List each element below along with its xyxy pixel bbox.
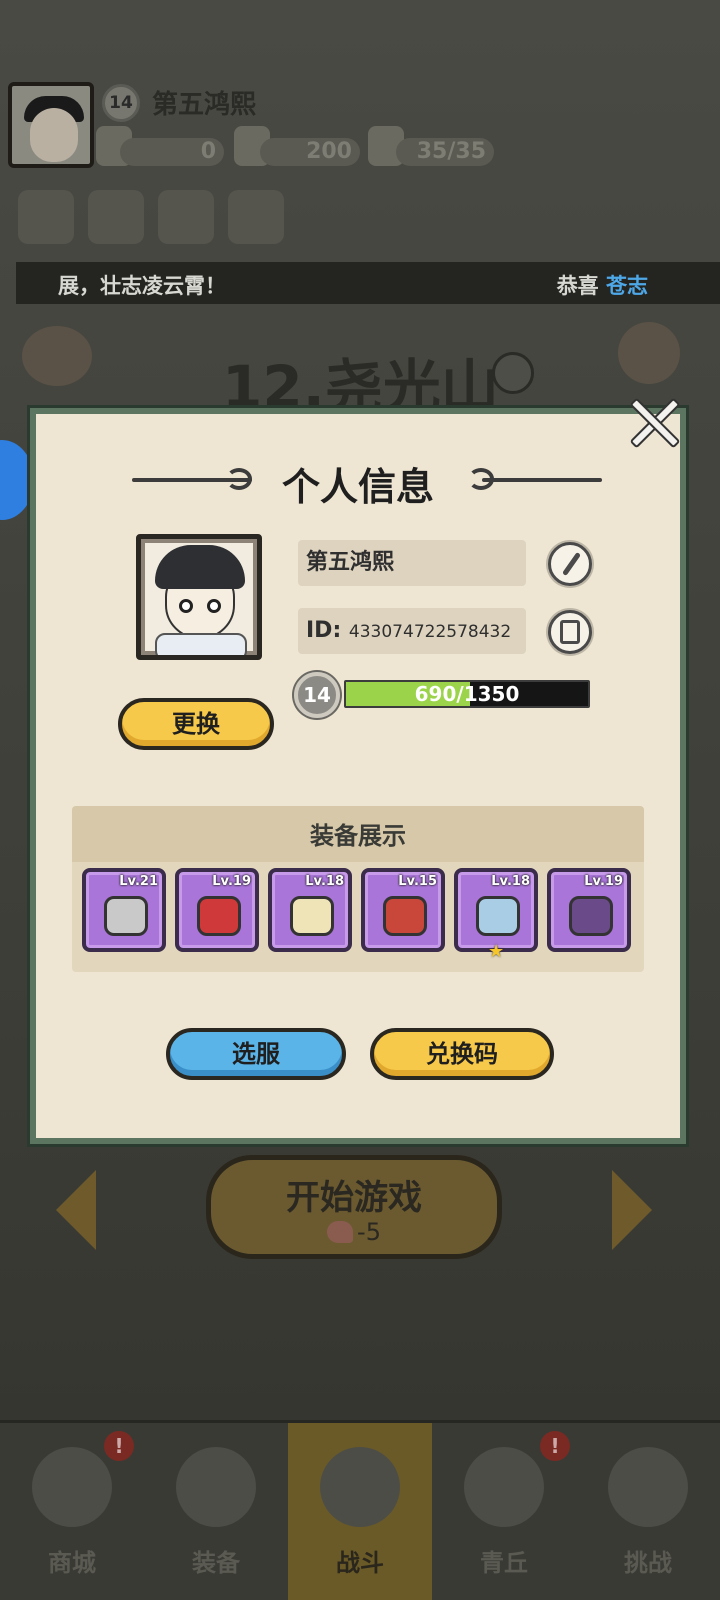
nav-tab-challenge[interactable]: 挑战 (576, 1423, 720, 1600)
equipment-slot[interactable]: Lv.19 (547, 868, 631, 952)
copy-glyph (560, 620, 580, 644)
ticker-right-text: 恭喜 苍志 (557, 270, 648, 300)
star-icon: ★ (488, 941, 505, 962)
brush-glyph (561, 551, 582, 577)
nav-tab-battle[interactable]: 战斗 (288, 1423, 432, 1600)
equipment-level: Lv.19 (212, 874, 251, 889)
previous-stage-arrow-icon[interactable] (56, 1170, 96, 1250)
first-recharge-icon[interactable] (22, 326, 92, 386)
close-dialog-button[interactable] (626, 394, 682, 450)
avatar-face (30, 108, 78, 162)
player-avatar[interactable] (8, 82, 94, 168)
red-belt-icon (383, 896, 427, 936)
experience-bar: 690/1350 (344, 680, 590, 708)
profile-portrait (136, 534, 262, 660)
nav-tab-qingqiu[interactable]: ! 青丘 (432, 1423, 576, 1600)
nav-tab-equipment[interactable]: 装备 (144, 1423, 288, 1600)
equipment-level: Lv.21 (119, 874, 158, 889)
portrait-eye (179, 599, 193, 613)
cost-value: -5 (357, 1218, 381, 1246)
shop-icon (32, 1447, 112, 1527)
equipment-slot[interactable]: Lv.19 (175, 868, 259, 952)
id-value: 433074722578432 (348, 622, 512, 642)
next-stage-arrow-icon[interactable] (612, 1170, 652, 1250)
equipment-slot[interactable]: Lv.18 ★ (454, 868, 538, 962)
notification-badge: ! (540, 1431, 570, 1461)
equipment-level: Lv.19 (584, 874, 623, 889)
nav-tab-label: 青丘 (480, 1549, 528, 1577)
bottom-navigation: ! 商城 装备 战斗 ! 青丘 挑战 (0, 1420, 720, 1600)
title-ornament-right (482, 478, 602, 482)
resource-jade-count: 200 (260, 138, 360, 166)
select-server-button[interactable]: 选服 (166, 1028, 346, 1080)
dialog-title: 个人信息 (281, 465, 434, 509)
id-label: ID: (306, 618, 342, 643)
mountain-icon (464, 1447, 544, 1527)
experience-text: 690/1350 (414, 682, 520, 706)
resource-scroll-count: 0 (120, 138, 224, 166)
start-game-button[interactable]: 开始游戏 -5 (206, 1155, 502, 1259)
ticker-prefix: 恭喜 (556, 274, 599, 298)
card-icon[interactable] (18, 190, 74, 244)
ranking-icon[interactable] (88, 190, 144, 244)
red-helmet-icon (197, 896, 241, 936)
nav-tab-label: 商城 (48, 1549, 96, 1577)
start-game-label: 开始游戏 (286, 1178, 422, 1218)
challenge-icon (608, 1447, 688, 1527)
player-name-field: 第五鸿熙 (298, 540, 526, 586)
announcement-ticker: 展，壮志凌云霄！ 恭喜 苍志 (16, 262, 720, 304)
portrait-eye (207, 599, 221, 613)
equipment-slot[interactable]: Lv.15 (361, 868, 445, 952)
equipment-title: 装备展示 (310, 822, 406, 850)
crossed-swords-icon (320, 1447, 400, 1527)
change-avatar-button[interactable]: 更换 (118, 698, 274, 750)
nav-tab-label: 战斗 (336, 1549, 384, 1577)
equipment-level: Lv.18 (305, 874, 344, 889)
portrait-scarf (155, 633, 247, 655)
equipment-level: Lv.15 (398, 874, 437, 889)
peach-icon (327, 1221, 354, 1243)
nav-tab-label: 装备 (192, 1549, 240, 1577)
redeem-code-button[interactable]: 兑换码 (370, 1028, 554, 1080)
armored-boots-icon (476, 896, 520, 936)
equipment-level: Lv.18 (491, 874, 530, 889)
equipment-showcase: 装备展示 Lv.21 Lv.19 Lv.18 Lv.15 Lv.18 ★ Lv.19 (72, 806, 644, 972)
equipment-slot[interactable]: Lv.21 (82, 868, 166, 952)
player-level-circle: 14 (294, 672, 340, 718)
equipment-slot[interactable]: Lv.18 (268, 868, 352, 952)
start-game-cost: -5 (211, 1218, 497, 1246)
resource-peach-count: 35/35 (396, 138, 494, 166)
ticker-player-name: 苍志 (606, 274, 648, 298)
help-question-icon[interactable] (492, 352, 534, 394)
copy-id-icon[interactable] (548, 610, 592, 654)
nav-tab-label: 挑战 (624, 1549, 672, 1577)
nav-tab-shop[interactable]: ! 商城 (0, 1423, 144, 1600)
bone-bracer-icon (290, 896, 334, 936)
hammer-icon (104, 896, 148, 936)
edit-name-brush-icon[interactable] (548, 542, 592, 586)
personal-info-dialog: 个人信息 更换 第五鸿熙 ID: 433074722578432 14 690/… (30, 408, 686, 1144)
ticker-left-text: 展，壮志凌云霄！ (58, 274, 226, 298)
settings-gear-icon[interactable] (158, 190, 214, 244)
player-id-field: ID: 433074722578432 (298, 608, 526, 654)
orb-amulet-icon (569, 896, 613, 936)
tasks-icon[interactable] (618, 322, 680, 384)
player-level-badge: 14 (102, 84, 140, 122)
equipment-header: 装备展示 (72, 806, 644, 862)
player-name: 第五鸿熙 (152, 90, 257, 120)
notification-badge: ! (104, 1431, 134, 1461)
friends-icon[interactable] (228, 190, 284, 244)
equipment-icon (176, 1447, 256, 1527)
